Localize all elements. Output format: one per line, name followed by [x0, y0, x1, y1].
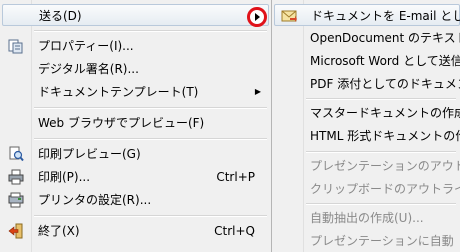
- submenu-item-master[interactable]: マスタードキュメントの作成: [274, 102, 460, 124]
- file-menu: 送る(D) プロパティー(I)... デジタル署名(R)... ドキュメントテン…: [0, 0, 272, 252]
- menu-item-print-preview[interactable]: 印刷プレビュー(G): [2, 143, 269, 165]
- submenu-item-pdf[interactable]: PDF 添付としてのドキュメン: [274, 73, 460, 95]
- submenu-item-msword[interactable]: Microsoft Word として送信: [274, 50, 460, 72]
- menu-item-digital-signature[interactable]: デジタル署名(R)...: [2, 58, 269, 80]
- submenu-item-opendocument-label: OpenDocument のテキスト: [310, 31, 460, 45]
- menu-item-print-label: 印刷(P)...: [38, 170, 91, 184]
- submenu-separator: [306, 203, 456, 205]
- properties-icon: [8, 39, 23, 54]
- exit-icon: [8, 223, 23, 239]
- submenu-item-html[interactable]: HTML 形式ドキュメントの作: [274, 125, 460, 147]
- printer-settings-icon: [8, 192, 24, 208]
- menu-separator: [34, 107, 267, 109]
- menu-item-templates-label: ドキュメントテンプレート(T): [38, 85, 199, 99]
- submenu-arrow-icon: ▶: [254, 87, 261, 96]
- submenu-item-pres-outline[interactable]: プレゼンテーションのアウト: [274, 155, 460, 177]
- menu-item-properties-label: プロパティー(I)...: [38, 39, 134, 53]
- submenu-arrow-icon: [255, 13, 260, 21]
- submenu-item-pres-outline-label: プレゼンテーションのアウト: [310, 159, 460, 173]
- send-submenu: ドキュメントを E-mail とし OpenDocument のテキスト Mic…: [272, 0, 460, 252]
- menu-separator: [34, 215, 267, 217]
- submenu-item-master-label: マスタードキュメントの作成: [310, 106, 460, 120]
- menu-item-send-label: 送る(D): [39, 9, 82, 23]
- menu-item-printer-settings-label: プリンタの設定(R)...: [38, 193, 152, 207]
- exit-shortcut: Ctrl+Q: [214, 224, 255, 238]
- submenu-item-email-label: ドキュメントを E-mail とし: [311, 9, 460, 23]
- menu-item-print-preview-label: 印刷プレビュー(G): [38, 147, 141, 161]
- submenu-separator: [306, 98, 456, 100]
- submenu-item-html-label: HTML 形式ドキュメントの作: [310, 129, 460, 143]
- menu-item-properties[interactable]: プロパティー(I)...: [2, 35, 269, 57]
- menu-item-exit-label: 終了(X): [38, 224, 80, 238]
- highlight-circle-annotation: [247, 7, 267, 27]
- menu-item-send[interactable]: 送る(D): [2, 4, 269, 26]
- submenu-item-email[interactable]: ドキュメントを E-mail とし: [274, 4, 460, 26]
- submenu-item-opendocument[interactable]: OpenDocument のテキスト: [274, 27, 460, 49]
- submenu-item-autoabstract[interactable]: 自動抽出の作成(U)...: [274, 207, 460, 229]
- menu-item-exit[interactable]: 終了(X) Ctrl+Q: [2, 220, 269, 242]
- menu-item-web-preview-label: Web ブラウザでプレビュー(F): [38, 116, 205, 130]
- email-icon: [281, 10, 297, 22]
- submenu-item-pres-autoabstract[interactable]: プレゼンテーションに自動: [274, 230, 460, 252]
- submenu-separator: [306, 151, 456, 153]
- menu-item-digital-signature-label: デジタル署名(R)...: [38, 62, 139, 76]
- menu-separator: [34, 138, 267, 140]
- submenu-item-clipboard-outline[interactable]: クリップボードのアウトライ: [274, 178, 460, 200]
- menu-item-templates[interactable]: ドキュメントテンプレート(T) ▶: [2, 81, 269, 103]
- submenu-item-clipboard-outline-label: クリップボードのアウトライ: [310, 182, 460, 196]
- submenu-item-autoabstract-label: 自動抽出の作成(U)...: [310, 211, 424, 225]
- menu-item-print[interactable]: 印刷(P)... Ctrl+P: [2, 166, 269, 188]
- print-icon: [8, 169, 24, 185]
- menu-item-printer-settings[interactable]: プリンタの設定(R)...: [2, 189, 269, 211]
- submenu-item-pres-autoabstract-label: プレゼンテーションに自動: [310, 234, 454, 248]
- submenu-item-pdf-label: PDF 添付としてのドキュメン: [310, 77, 460, 91]
- print-shortcut: Ctrl+P: [216, 170, 255, 184]
- menu-separator: [34, 30, 267, 32]
- submenu-item-msword-label: Microsoft Word として送信: [310, 54, 460, 68]
- menu-item-web-preview[interactable]: Web ブラウザでプレビュー(F): [2, 112, 269, 134]
- print-preview-icon: [9, 146, 24, 162]
